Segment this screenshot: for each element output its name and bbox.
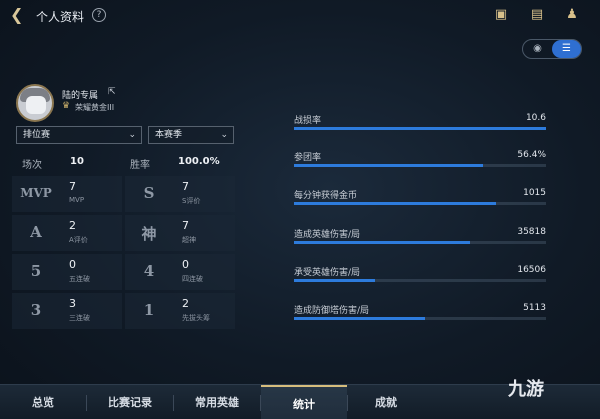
player-name: 陆的专属 xyxy=(62,91,99,101)
tab-statistics[interactable]: 统计 xyxy=(261,385,347,419)
overall-summary: 场次 10 胜率 100.0% xyxy=(12,150,237,174)
achievement-cell: 3 3 三连破 xyxy=(12,293,122,329)
stat-bar-fill xyxy=(294,317,426,320)
stat-bar-track xyxy=(294,202,546,205)
games-value: 10 xyxy=(70,156,84,167)
stat-bar-fill xyxy=(294,279,375,282)
stat-row: 战损率 10.6 xyxy=(294,113,546,143)
achievement-label: 四连破 xyxy=(182,275,203,283)
achievement-cell: S 7 S评价 xyxy=(125,176,235,212)
achievement-label: 三连破 xyxy=(69,314,90,322)
achievement-value: 7 xyxy=(69,180,76,193)
stat-label: 参团率 xyxy=(294,153,322,163)
page-title: 个人资料 xyxy=(36,10,85,24)
back-arrow-icon[interactable]: ❮ xyxy=(10,7,28,23)
achievement-cell: 1 2 先拔头筹 xyxy=(125,293,235,329)
first-blood-icon: 1 xyxy=(143,301,155,319)
top-bar: ❮ 个人资料 ? ▣ ▤ ♟ xyxy=(0,0,600,30)
achievement-value: 0 xyxy=(69,258,76,271)
tab-overview[interactable]: 总览 xyxy=(0,385,86,419)
stat-bar-track xyxy=(294,317,546,320)
achievement-value: 3 xyxy=(69,297,76,310)
tab-match-history[interactable]: 比赛记录 xyxy=(87,385,173,419)
view-toggle[interactable]: ◉ ☰ xyxy=(522,39,582,59)
winrate-label: 胜率 xyxy=(130,160,150,171)
stat-row: 造成防御塔伤害/局 5113 xyxy=(294,303,546,333)
rank-badge-icon: ♛ xyxy=(62,101,71,111)
achievement-label: 超神 xyxy=(182,236,196,244)
stat-value: 10.6 xyxy=(525,113,546,123)
stat-row: 参团率 56.4% xyxy=(294,150,546,180)
games-label: 场次 xyxy=(22,160,42,171)
achievement-label: A评价 xyxy=(69,236,88,244)
help-icon[interactable]: ? xyxy=(92,8,106,22)
s-rating-icon: S xyxy=(143,184,155,202)
quadra-kill-icon: 4 xyxy=(143,262,155,280)
achievement-label: MVP xyxy=(69,196,85,204)
tab-common-heroes[interactable]: 常用英雄 xyxy=(174,385,260,419)
stat-row: 造成英雄伤害/局 35818 xyxy=(294,227,546,257)
stat-label: 造成英雄伤害/局 xyxy=(294,230,361,240)
achievement-cell: 5 0 五连破 xyxy=(12,254,122,290)
achievement-value: 2 xyxy=(182,297,189,310)
task-icon[interactable]: ▣ xyxy=(492,6,510,24)
achievement-value: 7 xyxy=(182,180,189,193)
achievement-value: 0 xyxy=(182,258,189,271)
chevron-down-icon: ⌄ xyxy=(220,130,228,140)
achievement-cell: 4 0 四连破 xyxy=(125,254,235,290)
mode-select[interactable]: 排位赛 ⌄ xyxy=(16,126,142,144)
stat-bar-fill xyxy=(294,164,483,167)
godlike-icon: 神 xyxy=(141,225,157,243)
stat-bar-fill xyxy=(294,241,471,244)
stat-value: 56.4% xyxy=(517,150,546,160)
achievement-value: 2 xyxy=(69,219,76,232)
mvp-icon: MVP xyxy=(20,186,52,200)
mode-select-value: 排位赛 xyxy=(23,130,51,140)
rank-label: 荣耀黄金III xyxy=(75,103,115,112)
achievement-grid: MVP 7 MVP S 7 S评价 A 2 A评价 神 7 超神 5 0 五连破… xyxy=(12,176,237,332)
achievement-value: 7 xyxy=(182,219,189,232)
season-select[interactable]: 本赛季 ⌄ xyxy=(148,126,234,144)
stat-row: 每分钟获得金币 1015 xyxy=(294,188,546,218)
stat-label: 战损率 xyxy=(294,116,322,126)
a-rating-icon: A xyxy=(30,223,42,241)
stat-value: 16506 xyxy=(517,265,546,275)
triple-kill-icon: 3 xyxy=(30,301,42,319)
stat-bar-fill xyxy=(294,127,546,130)
chat-icon[interactable]: ▤ xyxy=(528,6,546,24)
toggle-list-option[interactable]: ☰ xyxy=(552,40,581,58)
toggle-chart-option[interactable]: ◉ xyxy=(523,40,552,58)
share-icon[interactable]: ⇱ xyxy=(108,87,116,97)
stat-value: 5113 xyxy=(523,303,546,313)
watermark-logo: 九游 xyxy=(508,379,544,400)
achievement-label: 先拔头筹 xyxy=(182,314,210,322)
stat-label: 造成防御塔伤害/局 xyxy=(294,306,370,316)
achievement-label: 五连破 xyxy=(69,275,90,283)
stat-value: 35818 xyxy=(517,227,546,237)
stat-label: 承受英雄伤害/局 xyxy=(294,268,361,278)
season-select-value: 本赛季 xyxy=(155,130,183,140)
stat-bar-track xyxy=(294,279,546,282)
stat-bar-track xyxy=(294,127,546,130)
achievement-cell: A 2 A评价 xyxy=(12,215,122,251)
penta-kill-icon: 5 xyxy=(30,262,42,280)
avatar[interactable] xyxy=(16,84,54,122)
stat-label: 每分钟获得金币 xyxy=(294,191,358,201)
winrate-value: 100.0% xyxy=(178,156,220,167)
achievement-cell: 神 7 超神 xyxy=(125,215,235,251)
stat-value: 1015 xyxy=(523,188,546,198)
achievement-cell: MVP 7 MVP xyxy=(12,176,122,212)
friends-icon[interactable]: ♟ xyxy=(563,6,581,24)
stat-row: 承受英雄伤害/局 16506 xyxy=(294,265,546,295)
stat-bar-track xyxy=(294,164,546,167)
stat-bar-fill xyxy=(294,202,496,205)
tab-achievements[interactable]: 成就 xyxy=(348,385,424,419)
achievement-label: S评价 xyxy=(182,197,201,205)
stat-bar-track xyxy=(294,241,546,244)
chevron-down-icon: ⌄ xyxy=(128,130,136,140)
